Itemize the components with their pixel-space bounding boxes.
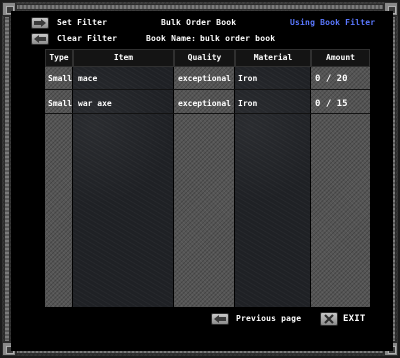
cell-type: Small <box>48 99 73 108</box>
page-title: Bulk Order Book <box>161 18 237 27</box>
exit-label[interactable]: EXIT <box>343 314 365 324</box>
column-type <box>45 49 72 307</box>
arrow-left-icon <box>214 315 226 323</box>
cell-item: war axe <box>78 99 112 108</box>
book-name-label: Book Name: <box>146 34 197 43</box>
row-divider <box>45 113 370 114</box>
set-filter-button[interactable] <box>31 17 49 29</box>
set-filter-label[interactable]: Set Filter <box>57 18 107 28</box>
row-divider <box>45 89 370 90</box>
previous-page-button[interactable] <box>211 313 229 325</box>
arrow-left-icon <box>34 35 46 43</box>
header-amount: Amount <box>311 49 370 67</box>
cell-material: Iron <box>238 74 258 83</box>
column-material <box>235 49 310 307</box>
cell-amount: 0 / 15 <box>315 99 348 109</box>
column-amount <box>311 49 370 307</box>
header-quality: Quality <box>174 49 235 67</box>
exit-button[interactable] <box>320 312 338 326</box>
cell-quality: exceptional <box>178 99 231 108</box>
filter-status: Using Book Filter <box>290 18 376 27</box>
cell-type: Small <box>48 74 73 83</box>
column-quality <box>174 49 234 307</box>
header-item: Item <box>73 49 174 67</box>
column-item <box>73 49 173 307</box>
arrow-right-icon <box>34 19 46 27</box>
clear-filter-button[interactable] <box>31 33 49 45</box>
bulk-order-book-gump: Set Filter Clear Filter Bulk Order Book … <box>0 0 400 358</box>
table-header: Type Item Quality Material Amount <box>45 49 370 67</box>
clear-filter-label[interactable]: Clear Filter <box>57 34 117 44</box>
close-x-icon <box>324 314 334 324</box>
cell-item: mace <box>78 74 98 83</box>
frame-top <box>16 4 384 10</box>
header-material: Material <box>235 49 311 67</box>
book-name-value: bulk order book <box>200 34 276 43</box>
header-type: Type <box>45 49 73 67</box>
previous-page-label[interactable]: Previous page <box>236 314 301 324</box>
cell-amount: 0 / 20 <box>315 74 348 84</box>
cell-material: Iron <box>238 99 258 108</box>
cell-quality: exceptional <box>178 74 231 83</box>
frame-left <box>4 16 10 342</box>
